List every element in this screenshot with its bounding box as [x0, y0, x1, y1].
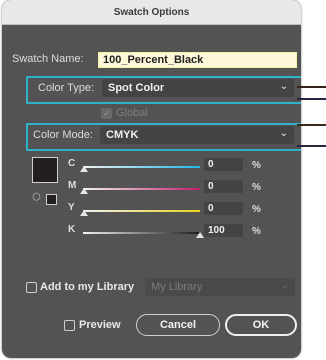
channel-k-unit: %	[252, 226, 261, 237]
swatch-options-dialog: Swatch Options Swatch Name: 100_Percent_…	[2, 0, 301, 358]
channel-y-thumb[interactable]	[80, 210, 88, 216]
global-checkbox[interactable]: ✓	[101, 108, 112, 119]
color-mode-value: CMYK	[106, 129, 139, 141]
swatch-name-label: Swatch Name:	[12, 53, 84, 65]
annotation-arrow	[297, 98, 326, 100]
ok-button[interactable]: OK	[225, 314, 297, 336]
channel-c-label: C	[68, 158, 76, 169]
add-to-library-label: Add to my Library	[40, 281, 135, 293]
channel-m-unit: %	[252, 182, 261, 193]
channel-k-thumb[interactable]	[196, 232, 204, 238]
channel-y-slider[interactable]	[83, 210, 200, 212]
channel-y-label: Y	[68, 202, 75, 213]
color-type-value: Spot Color	[108, 82, 165, 94]
channel-m-input[interactable]: 0	[204, 180, 243, 193]
channel-c-slider[interactable]	[83, 166, 200, 168]
color-type-select[interactable]: Spot Color ⌄	[102, 79, 294, 97]
channel-m-thumb[interactable]	[80, 188, 88, 194]
cancel-button[interactable]: Cancel	[136, 314, 220, 336]
annotation-arrow	[297, 124, 326, 126]
channel-k-label: K	[68, 224, 76, 235]
swatch-name-input[interactable]: 100_Percent_Black	[98, 52, 297, 68]
channel-k-input[interactable]: 100	[204, 224, 243, 237]
annotation-arrow	[297, 145, 326, 147]
web-safe-swatch[interactable]	[46, 194, 57, 205]
channel-c-input[interactable]: 0	[204, 158, 243, 171]
library-select[interactable]: My Library ⌄	[145, 278, 295, 296]
chevron-down-icon: ⌄	[280, 280, 289, 291]
channel-y-unit: %	[252, 204, 261, 215]
channel-c-unit: %	[252, 160, 261, 171]
annotation-arrow	[297, 86, 326, 88]
color-swatch-preview	[32, 157, 58, 183]
preview-checkbox[interactable]	[64, 320, 75, 331]
channel-k-slider[interactable]	[83, 232, 200, 234]
channel-c-thumb[interactable]	[80, 166, 88, 172]
chevron-down-icon: ⌄	[279, 128, 288, 139]
dialog-title: Swatch Options	[113, 6, 190, 18]
out-of-gamut-cube-icon: ⬡	[32, 192, 41, 203]
color-type-label: Color Type:	[38, 82, 95, 94]
color-mode-label: Color Mode:	[33, 129, 93, 141]
channel-y-input[interactable]: 0	[204, 202, 243, 215]
channel-m-label: M	[68, 180, 77, 191]
channel-m-slider[interactable]	[83, 188, 200, 190]
library-select-value: My Library	[151, 281, 203, 293]
global-label: Global	[116, 107, 148, 119]
chevron-down-icon: ⌄	[279, 81, 288, 92]
add-to-library-checkbox[interactable]	[26, 282, 37, 293]
title-bar: Swatch Options	[2, 0, 301, 25]
preview-label: Preview	[79, 319, 121, 331]
color-mode-select[interactable]: CMYK ⌄	[100, 126, 294, 144]
